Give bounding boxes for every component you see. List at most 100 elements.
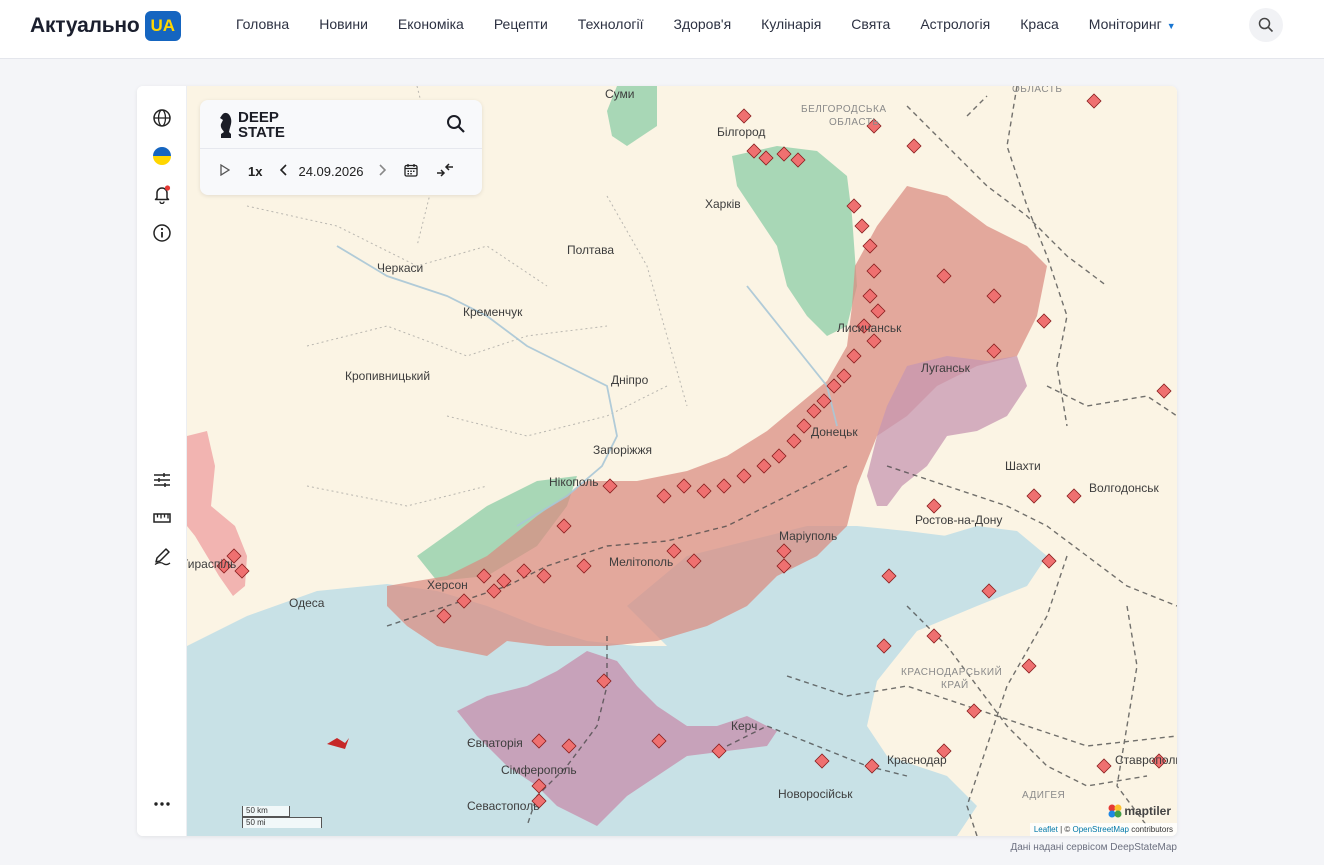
city-label-belgorod: Білгород [717, 125, 765, 139]
map-attribution: Leaflet | © OpenStreetMap contributors [1029, 823, 1177, 836]
nav-item-health[interactable]: Здоров'я [658, 16, 746, 32]
city-label-krasnodar: Краснодар [887, 753, 947, 767]
deepstate-panel: DEEP STATE 1x 24.09.2026 [200, 100, 482, 195]
deepstate-search-button[interactable] [446, 114, 466, 134]
nav-item-monitoring[interactable]: Моніторинг ▼ [1074, 16, 1191, 32]
city-label-odesa: Одеса [289, 596, 325, 610]
nav-item-monitoring-label: Моніторинг [1088, 16, 1162, 32]
draw-icon [154, 548, 171, 566]
nav-item-holidays[interactable]: Свята [836, 16, 905, 32]
city-label-kropyvnytskyi: Кропивницький [345, 369, 430, 383]
leaflet-link[interactable]: Leaflet [1034, 825, 1058, 834]
nav-item-technology[interactable]: Технології [563, 16, 659, 32]
region-label-oblast-ne: ОБЛАСТЬ [1012, 86, 1062, 95]
city-label-poltava: Полтава [567, 243, 614, 257]
city-label-melitopol: Мелітополь [609, 555, 673, 569]
city-label-sevastopol: Севастополь [467, 799, 539, 813]
city-label-simferopol: Сімферополь [501, 763, 577, 777]
attribution-rest: contributors [1128, 825, 1173, 834]
speed-toggle[interactable]: 1x [248, 164, 262, 179]
city-label-luhansk: Луганськ [921, 361, 971, 375]
nav-item-economy[interactable]: Економіка [383, 16, 479, 32]
play-button[interactable] [220, 163, 231, 179]
calendar-button[interactable] [403, 163, 418, 180]
osm-link[interactable]: OpenStreetMap [1072, 825, 1128, 834]
map-canvas[interactable]: Суми Білгород Харків Полтава Черкаси Кре… [187, 86, 1177, 836]
top-navigation-bar: Актуально UA Головна Новини Економіка Ре… [0, 0, 1324, 59]
maptiler-logo[interactable]: maptiler [1108, 804, 1171, 818]
current-date[interactable]: 24.09.2026 [298, 164, 363, 179]
chevron-down-icon: ▼ [1166, 21, 1176, 31]
calendar-icon [403, 163, 418, 177]
bell-icon [154, 185, 171, 204]
filters-button[interactable] [150, 468, 174, 492]
next-date-button[interactable] [378, 163, 386, 179]
chevron-left-icon [280, 163, 288, 176]
region-label-belgorod: БЕЛГОРОДСЬКА [801, 104, 887, 115]
region-label-adygea: АДИГЕЯ [1022, 790, 1065, 801]
chess-knight-icon [220, 112, 232, 138]
city-label-sumy: Суми [605, 87, 634, 101]
city-label-kerch: Керч [731, 719, 757, 733]
nav-item-home[interactable]: Головна [221, 16, 304, 32]
city-label-volgodonsk: Волгодонськ [1089, 481, 1159, 495]
nav-item-astrology[interactable]: Астрологія [905, 16, 1005, 32]
nav-item-recipes[interactable]: Рецепти [479, 16, 563, 32]
measure-button[interactable] [150, 506, 174, 530]
globe-icon [153, 109, 171, 127]
region-label-belgorod-oblast: ОБЛАСТЬ [829, 117, 879, 128]
more-button[interactable] [150, 792, 174, 816]
city-label-dnipro: Дніпро [611, 373, 649, 387]
attribution-separator: | © [1057, 825, 1073, 834]
city-label-zaporizhzhia: Запоріжжя [593, 443, 652, 457]
city-label-lysychansk: Лисичанськ [837, 321, 902, 335]
nav-item-news[interactable]: Новини [304, 16, 383, 32]
nav-item-beauty[interactable]: Краса [1005, 16, 1074, 32]
city-label-kremenchuk: Кременчук [463, 305, 523, 319]
maptiler-text: maptiler [1124, 804, 1171, 818]
deepstate-map-widget: Суми Білгород Харків Полтава Черкаси Кре… [137, 86, 1177, 836]
city-label-kharkiv: Харків [705, 197, 741, 211]
play-icon [220, 163, 231, 176]
search-icon [1258, 17, 1274, 33]
site-logo[interactable]: Актуально UA [30, 9, 182, 43]
region-label-krasnodar-krai: КРАСНОДАРСЬКИЙ [901, 665, 1002, 678]
notifications-button[interactable] [150, 182, 174, 206]
compare-button[interactable] [436, 162, 454, 180]
city-label-yevpatoria: Євпаторія [467, 736, 523, 750]
map-scale-bar: 50 km 50 mi [242, 806, 322, 828]
deepstate-divider [200, 148, 482, 149]
map-layers: Суми Білгород Харків Полтава Черкаси Кре… [187, 86, 1177, 836]
city-label-nikopol: Нікополь [549, 475, 599, 489]
header-search-button[interactable] [1249, 8, 1283, 42]
info-button[interactable] [150, 221, 174, 245]
logo-text: Актуально [30, 14, 140, 37]
city-label-novorossiysk: Новоросійськ [778, 787, 853, 801]
previous-date-button[interactable] [280, 163, 288, 179]
more-icon [154, 802, 170, 806]
scale-mi: 50 mi [242, 817, 322, 828]
deepstate-brand-line2: STATE [238, 124, 285, 141]
sliders-icon [154, 473, 170, 487]
city-label-cherkasy: Черкаси [377, 261, 423, 275]
timeline-controls: 1x 24.09.2026 [220, 160, 454, 182]
globe-button[interactable] [150, 106, 174, 130]
compare-arrows-icon [436, 162, 453, 177]
logo-badge: UA [144, 11, 182, 41]
city-label-donetsk: Донецьк [811, 425, 858, 439]
maptiler-icon [1108, 804, 1122, 818]
deepstate-brand-line1: DEEP [238, 109, 279, 126]
draw-button[interactable] [150, 544, 174, 568]
liberated-area-kharkiv [732, 146, 857, 336]
nav-item-cooking[interactable]: Кулінарія [746, 16, 836, 32]
city-label-rostov: Ростов-на-Дону [915, 513, 1002, 527]
ruler-icon [153, 513, 171, 523]
region-label-krai: КРАЙ [941, 678, 969, 691]
language-button[interactable] [150, 144, 174, 168]
info-icon [153, 224, 171, 242]
city-label-shakhty: Шахти [1005, 459, 1041, 473]
deepstate-logo[interactable]: DEEP STATE [218, 110, 285, 140]
chevron-right-icon [378, 163, 386, 176]
city-label-tiraspol: Тираспіль [187, 557, 236, 571]
map-toolbar [137, 86, 187, 836]
